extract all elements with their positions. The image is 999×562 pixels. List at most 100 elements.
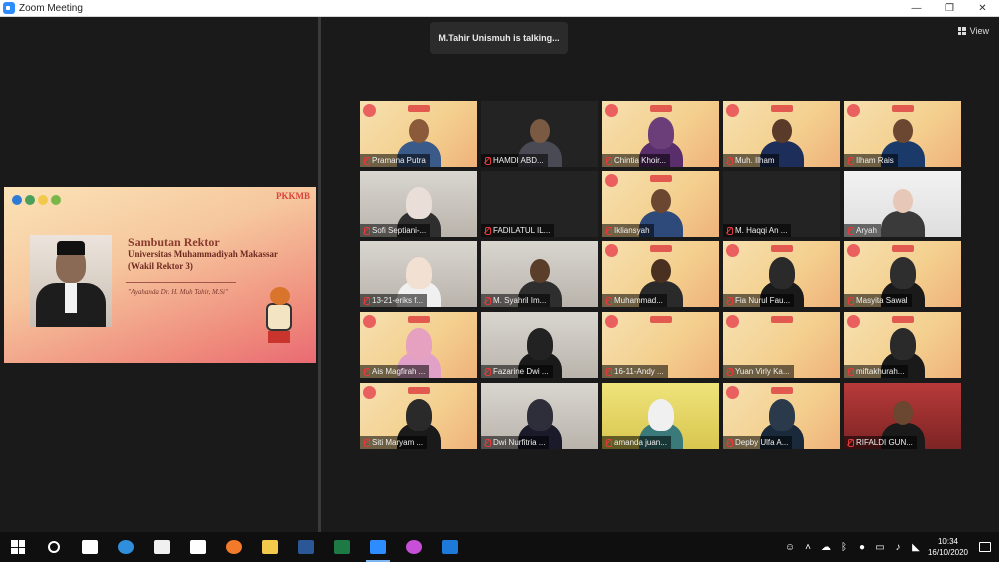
chevron-up-icon[interactable]: ˄ [799,532,817,562]
taskbar-edge-button[interactable] [108,532,144,562]
participant-tile[interactable]: Siti Maryam ... [360,383,477,449]
logo-icon [25,195,35,205]
participant-tile[interactable]: Fia Nurul Fau... [723,241,840,307]
mic-muted-icon [726,296,733,305]
participant-name-label: Fazarine Dwi ... [481,365,553,378]
onedrive-icon[interactable]: ☁ [817,532,835,562]
firefox-icon [226,540,242,554]
participant-name-label: Ilham Rais [844,154,898,167]
participant-name: 16-11-Andy ... [614,367,664,376]
participant-video [880,185,925,237]
slide-quote: "Ayahanda Dr. H. Muh Tahir, M.Si" [128,288,228,296]
participant-name: HAMDI ABD... [493,156,544,165]
taskbar-file-explorer-button[interactable] [252,532,288,562]
view-button[interactable]: View [957,26,989,36]
clock-date: 16/10/2020 [927,548,969,557]
participant-name-label: miftakhurah... [844,365,909,378]
participant-tile[interactable]: Chintia Khoir... [602,101,719,167]
bluetooth-tray-icon[interactable]: ᛒ [835,532,853,562]
participant-name: M. Haqqi An ... [735,226,788,235]
mic-muted-icon [484,226,491,235]
mic-muted-icon [605,156,612,165]
participant-tile[interactable]: Muhammad... [602,241,719,307]
taskbar-apps [0,532,468,562]
participant-tile[interactable]: Yuan Virly Ka... [723,312,840,378]
title-bar: Zoom Meeting — ❐ ✕ [0,0,999,17]
participant-name-label: Muhammad... [602,294,667,307]
participant-name: FADILATUL IL... [493,226,551,235]
participant-tile[interactable]: Ikliansyah [602,171,719,237]
participant-name: Muhammad... [614,296,663,305]
minimize-button[interactable]: — [900,0,933,17]
participant-tile[interactable]: Ilham Rais [844,101,961,167]
taskbar-mail-button[interactable] [180,532,216,562]
participant-tile[interactable]: FADILATUL IL... [481,171,598,237]
participant-tile[interactable]: RIFALDI GUN... [844,383,961,449]
participant-name: Aryah [856,226,877,235]
participant-tile[interactable]: Dwi Nurfitria ... [481,383,598,449]
taskbar-firefox-button[interactable] [216,532,252,562]
participant-tile[interactable]: Aryah [844,171,961,237]
participant-name: Muh. Ilham [735,156,775,165]
participant-tile[interactable]: Ais Magfirah ... [360,312,477,378]
logo-icon [38,195,48,205]
taskbar-zoom-button[interactable] [360,532,396,562]
participant-name: Chintia Khoir... [614,156,667,165]
restore-button[interactable]: ❐ [933,0,966,17]
taskbar-word-button[interactable] [288,532,324,562]
meeting-stage: PKKMB Sambutan Rektor Universitas Muhamm… [0,17,999,532]
edge-icon [118,540,134,554]
close-button[interactable]: ✕ [966,0,999,17]
participant-tile[interactable]: amanda juan... [602,383,719,449]
wifi-icon[interactable]: ◣ [907,532,925,562]
participant-tile[interactable]: Fazarine Dwi ... [481,312,598,378]
participant-tile[interactable]: Muh. Ilham [723,101,840,167]
taskbar-maps-button[interactable] [396,532,432,562]
mic-muted-icon [484,438,491,447]
speaker-photo [30,235,112,327]
participant-name-label: Siti Maryam ... [360,436,428,449]
people-icon[interactable]: ☺ [781,532,799,562]
participant-tile[interactable]: HAMDI ABD... [481,101,598,167]
participant-tile[interactable]: Masyita Sawal [844,241,961,307]
taskbar-clock[interactable]: 10:34 16/10/2020 [925,536,971,558]
mic-muted-icon [726,226,733,235]
participant-name-label: HAMDI ABD... [481,154,548,167]
participant-name-label: Chintia Khoir... [602,154,671,167]
participant-name: amanda juan... [614,438,667,447]
participant-tile[interactable]: 16-11-Andy ... [602,312,719,378]
participant-tile[interactable]: Depby Ulfa A... [723,383,840,449]
participant-name-label: Depby Ulfa A... [723,436,793,449]
participant-name-label: RIFALDI GUN... [844,436,917,449]
participant-tile[interactable]: M. Haqqi An ... [723,171,840,237]
taskbar-store-button[interactable] [144,532,180,562]
active-speaker-banner: M.Tahir Unismuh is talking... [430,22,568,54]
taskbar-bluetooth-button[interactable] [432,532,468,562]
participant-name-label: M. Haqqi An ... [723,224,792,237]
antivirus-icon[interactable]: ● [853,532,871,562]
notification-center-icon[interactable] [971,532,999,562]
shared-screen[interactable]: PKKMB Sambutan Rektor Universitas Muhamm… [4,187,316,363]
participant-name: Ilham Rais [856,156,894,165]
participant-tile[interactable]: Pramana Putra [360,101,477,167]
logo-icon [12,195,22,205]
participant-tile[interactable]: Sofi Septiani-... [360,171,477,237]
zoom-icon [370,540,386,554]
split-view-divider[interactable] [318,17,321,532]
participant-tile[interactable]: miftakhurah... [844,312,961,378]
maps-icon [406,540,422,554]
institution-logos [12,195,61,205]
taskbar-excel-button[interactable] [324,532,360,562]
taskbar-start-button[interactable] [0,532,36,562]
participant-tile[interactable]: M. Syahril Im... [481,241,598,307]
volume-icon[interactable]: ♪ [889,532,907,562]
participant-tile[interactable]: 13-21-eriks f... [360,241,477,307]
taskbar-search-button[interactable] [36,532,72,562]
participant-name-label: Ikliansyah [602,224,654,237]
task-view-icon [82,540,98,554]
excel-icon [334,540,350,554]
mic-muted-icon [484,296,491,305]
battery-icon[interactable]: ▭ [871,532,889,562]
search-icon [48,541,60,553]
taskbar-task-view-button[interactable] [72,532,108,562]
